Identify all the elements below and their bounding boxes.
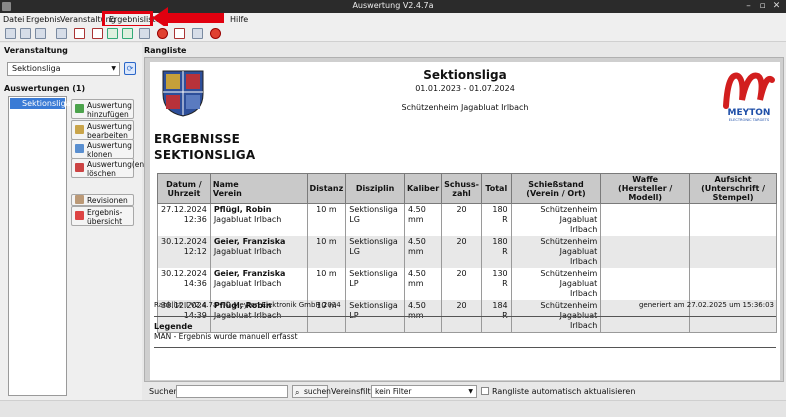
refresh-report-icon[interactable] [139, 28, 150, 39]
report-dates: 01.01.2023 - 01.07.2024 [415, 84, 515, 93]
pdf-export-icon[interactable] [92, 28, 103, 39]
col-shots: Schuss-zahl [441, 173, 482, 204]
clone-icon [75, 144, 84, 153]
table-row: 30.12.2024 14:36 Geier, Franziska Jagablua… [157, 268, 777, 300]
meyton-logo-subtext: ELECTRONIC TARGETS [729, 118, 770, 122]
report-divider [154, 316, 776, 317]
spreadsheet-icon[interactable] [107, 28, 118, 39]
col-name: Name Verein [209, 173, 308, 204]
col-caliber: Kaliber [403, 173, 443, 204]
delete-icon [75, 163, 84, 172]
list-item[interactable]: Sektionsliga [10, 98, 71, 109]
report-venue: Schützenheim Jagabluat Irlbach [401, 103, 529, 112]
results-table: Datum / Uhrzeit Name Verein Distanz Diszip… [157, 173, 777, 333]
list-icon[interactable] [174, 28, 185, 39]
toolbar [0, 26, 786, 42]
table-header-row: Datum / Uhrzeit Name Verein Distanz Diszip… [157, 173, 777, 204]
target-icon[interactable] [157, 28, 168, 39]
search-bar: Suchen: ⌕ suchen Vereinsfilter: kein Fil… [144, 384, 784, 400]
col-supervisor: Aufsicht (Unterschrift / Stempel) [689, 173, 777, 204]
close-icon[interactable]: ✕ [771, 1, 782, 12]
maximize-icon[interactable]: ▫ [757, 1, 768, 12]
ranking-label: Rangliste [144, 46, 187, 55]
edit-evaluation-label: Auswertung bearbeiten [87, 122, 132, 140]
report-footer-generated: generiert am 27.02.2025 um 15:36:03 [638, 301, 774, 309]
results-overview-label: Ergebnis-übersicht [87, 208, 123, 226]
overview-icon [75, 211, 84, 220]
add-evaluation-button[interactable]: Auswertung hinzufügen [71, 99, 134, 119]
edit-icon [75, 125, 84, 134]
auto-refresh-checkbox[interactable] [481, 387, 489, 395]
add-icon [75, 104, 84, 113]
search-icon: ⌕ [295, 388, 300, 397]
export-icon[interactable] [122, 28, 133, 39]
col-weapon: Waffe (Hersteller / Modell) [600, 173, 691, 204]
menu-datei[interactable]: Datei [3, 15, 24, 24]
menu-hilfe[interactable]: Hilfe [230, 15, 248, 24]
meyton-logo: MEYTON ELECTRONIC TARGETS [723, 72, 775, 122]
report-heading-line1: ERGEBNISSE [154, 132, 241, 146]
evaluations-label: Auswertungen (1) [4, 84, 86, 93]
refresh-icon: ⟳ [126, 64, 134, 73]
add-evaluation-label: Auswertung hinzufügen [87, 101, 132, 119]
revisions-icon [75, 195, 84, 204]
table-row: 27.12.2024 12:36 Pflügl, Robin Jagabluat I… [157, 203, 777, 236]
legend-text: MAN - Ergebnis wurde manuell erfasst [154, 332, 298, 341]
revisions-button[interactable]: Revisionen [71, 194, 134, 206]
report-title: Sektionsliga [423, 68, 507, 82]
ranking-icon[interactable] [192, 28, 203, 39]
status-bar [0, 400, 786, 417]
report-divider [154, 347, 776, 348]
report-heading-line2: SEKTIONSLIGA [154, 148, 256, 162]
search-input[interactable] [176, 385, 288, 398]
event-label: Veranstaltung [4, 46, 68, 55]
auto-refresh-label: Rangliste automatisch aktualisieren [492, 387, 636, 396]
search-button-label: suchen [304, 387, 331, 396]
power-icon[interactable] [210, 28, 221, 39]
pdf-icon[interactable] [74, 28, 85, 39]
col-distance: Distanz [306, 173, 347, 204]
print-preview-icon[interactable] [20, 28, 31, 39]
print-icon[interactable] [5, 28, 16, 39]
event-select[interactable]: Sektionsliga ▼ [7, 62, 120, 76]
table-row: 30.12.2024 12:12 Geier, Franziska Jagablua… [157, 236, 777, 268]
window-title: Auswertung V2.4.7a [352, 1, 434, 10]
chevron-down-icon: ▼ [468, 388, 473, 395]
clone-evaluation-label: Auswertung klonen [87, 141, 132, 159]
clone-evaluation-button[interactable]: Auswertung klonen [71, 139, 134, 159]
revisions-label: Revisionen [87, 196, 128, 205]
club-filter-select[interactable]: kein Filter ▼ [371, 385, 477, 398]
meyton-logo-text: MEYTON [728, 108, 771, 118]
search-button[interactable]: ⌕ suchen [292, 385, 331, 398]
chevron-down-icon: ▼ [111, 65, 116, 72]
col-range: Schießstand (Verein / Ort) [510, 173, 602, 204]
menu-ergebnis[interactable]: Ergebnis [26, 15, 61, 24]
club-filter-value: kein Filter [375, 387, 412, 396]
print-all-icon[interactable] [35, 28, 46, 39]
col-discipline: Disziplin [345, 173, 405, 204]
refresh-button[interactable]: ⟳ [124, 62, 136, 75]
results-overview-button[interactable]: Ergebnis-übersicht [71, 206, 134, 226]
report-footer-copyright: Ranklist II V2.4.7a - © Meyton Elektroni… [154, 301, 341, 309]
legend-title: Legende [154, 322, 193, 331]
report-page: Sektionsliga 01.01.2023 - 01.07.2024 Sch… [150, 62, 780, 380]
delete-evaluation-button[interactable]: Auswertung(en) löschen [71, 158, 147, 178]
col-total: Total [480, 173, 512, 204]
print-settings-icon[interactable] [56, 28, 67, 39]
col-date: Datum / Uhrzeit [157, 173, 211, 204]
evaluation-list[interactable]: Sektionsliga [8, 96, 71, 396]
minimize-icon[interactable]: – [743, 1, 754, 12]
event-select-value: Sektionsliga [12, 64, 61, 73]
edit-evaluation-button[interactable]: Auswertung bearbeiten [71, 120, 134, 140]
